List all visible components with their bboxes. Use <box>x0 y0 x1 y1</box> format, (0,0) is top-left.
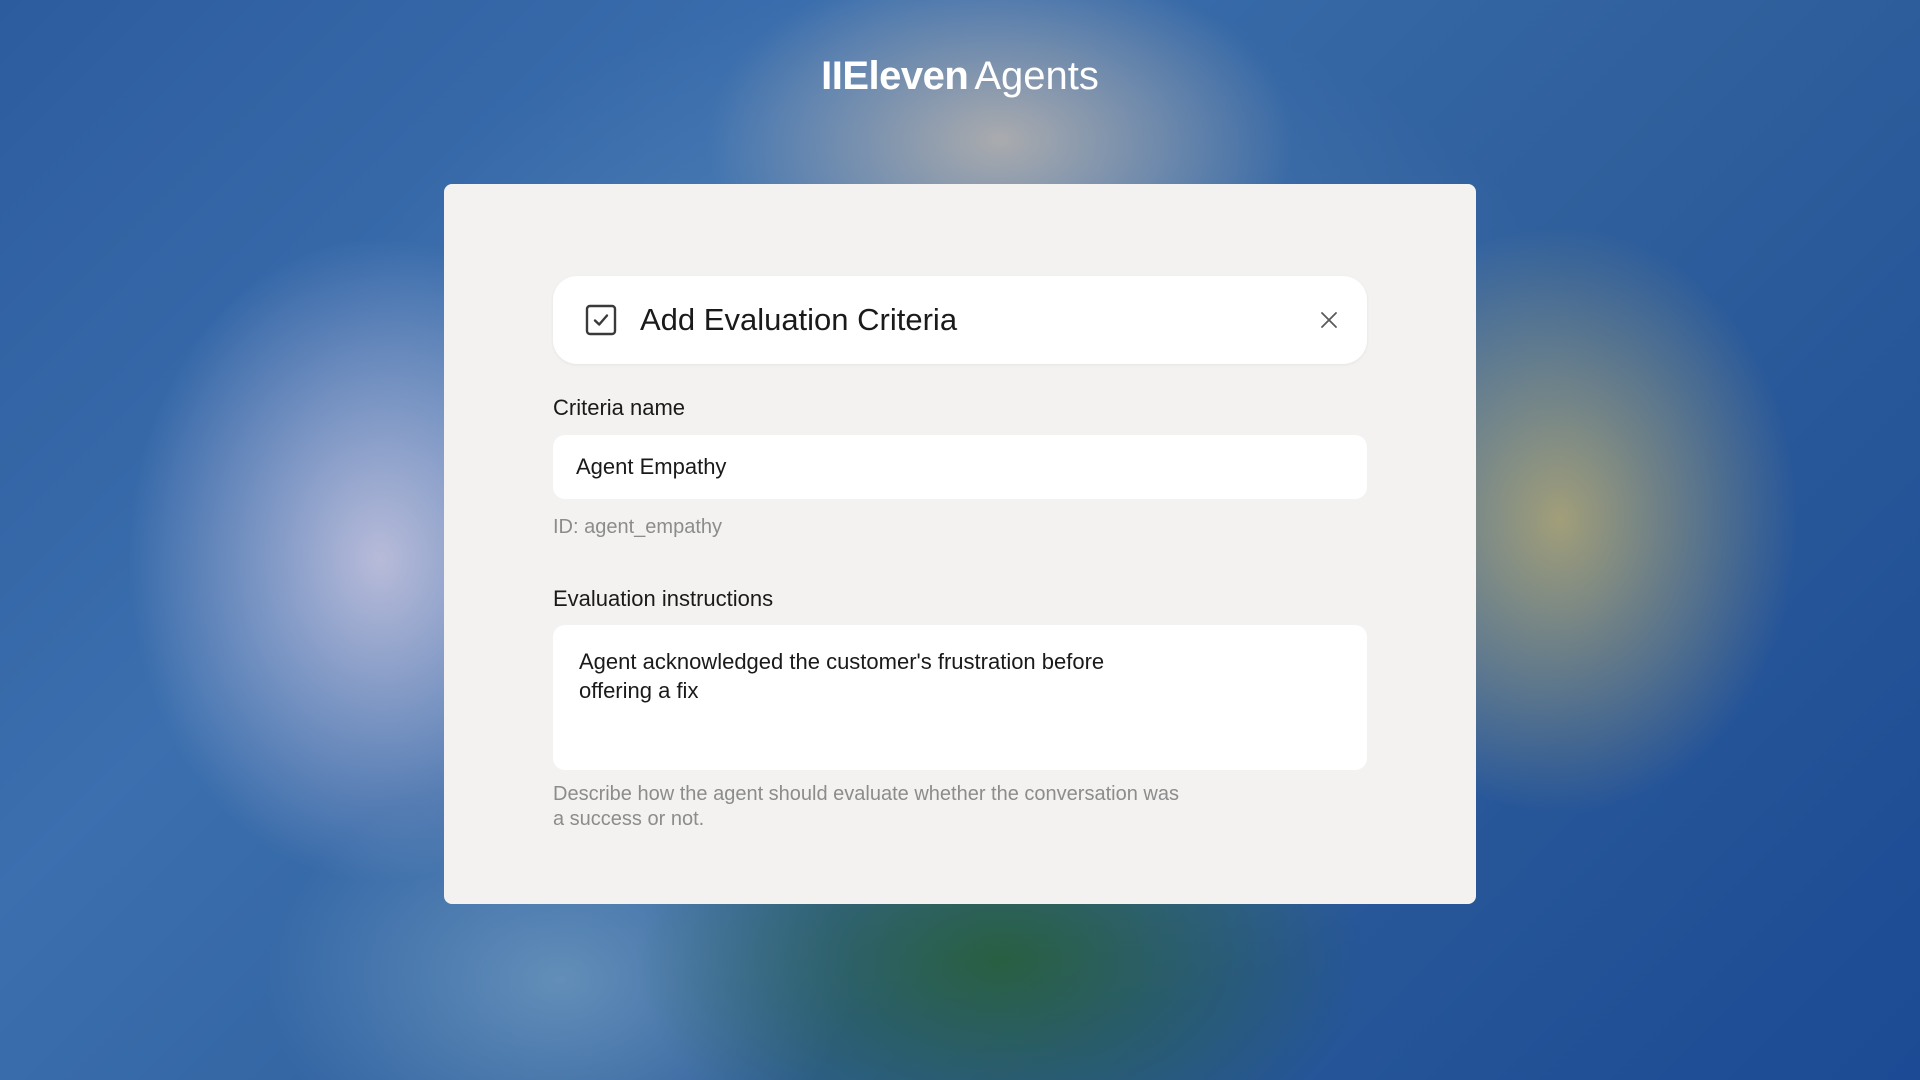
dialog-title: Add Evaluation Criteria <box>640 302 958 337</box>
criteria-name-input[interactable]: Agent Empathy <box>553 435 1367 499</box>
brand-wordmark: IIEleven Agents <box>0 50 1920 102</box>
criteria-name-label: Criteria name <box>553 395 686 420</box>
close-button[interactable] <box>1317 308 1341 332</box>
evaluation-criteria-dialog: Add Evaluation Criteria Criteria name Ag… <box>444 184 1476 904</box>
brand-logo: IIEleven <box>821 54 969 98</box>
criteria-id-hint: ID: agent_empathy <box>553 516 722 538</box>
evaluation-instructions-label: Evaluation instructions <box>553 586 774 611</box>
evaluation-instructions-value: Agent acknowledged the customer's frustr… <box>579 649 1105 703</box>
brand-product-name: Agents <box>974 54 1099 98</box>
criteria-name-value: Agent Empathy <box>576 454 727 479</box>
evaluation-instructions-textarea[interactable]: Agent acknowledged the customer's frustr… <box>553 625 1367 770</box>
checkbox-checked-icon <box>585 304 617 336</box>
evaluation-instructions-helper: Describe how the agent should evaluate w… <box>553 783 1179 830</box>
dialog-header: Add Evaluation Criteria <box>553 276 1367 364</box>
close-icon <box>1321 312 1337 328</box>
